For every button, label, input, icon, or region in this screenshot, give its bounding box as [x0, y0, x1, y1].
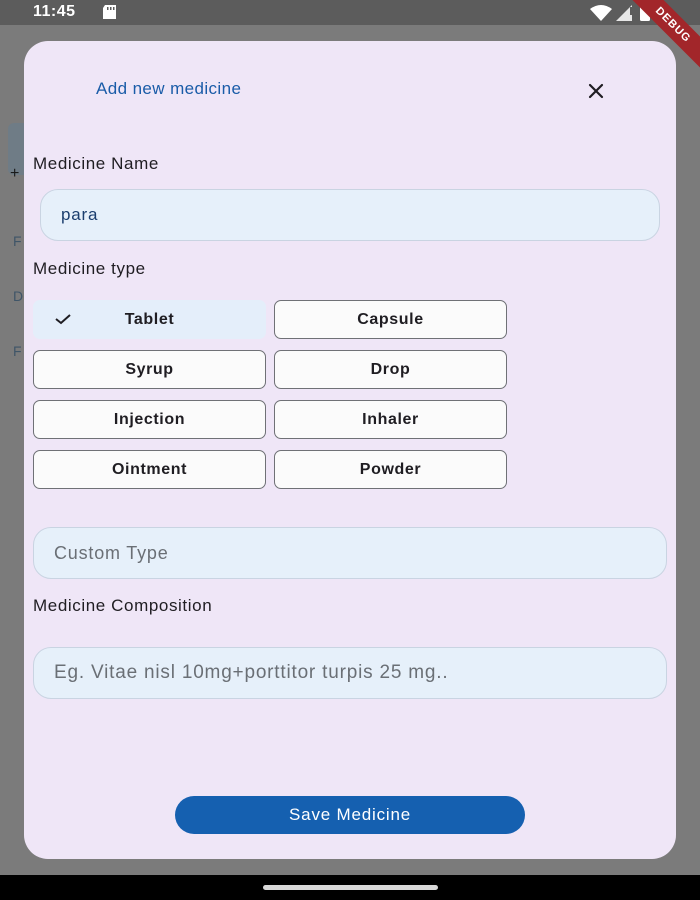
composition-label: Medicine Composition: [33, 596, 213, 615]
dialog-title: Add new medicine: [96, 79, 242, 98]
check-icon: [55, 314, 71, 325]
add-medicine-dialog: Add new medicine Medicine Name Medicine …: [24, 41, 676, 859]
chip-label: Drop: [370, 361, 411, 378]
chip-label: Ointment: [111, 461, 188, 478]
background-text: D: [13, 288, 24, 304]
save-medicine-button[interactable]: Save Medicine: [175, 796, 525, 834]
chip-label: Tablet: [124, 311, 175, 328]
type-chip-injection[interactable]: Injection: [33, 400, 266, 439]
close-icon[interactable]: [582, 77, 610, 105]
type-chip-drop[interactable]: Drop: [274, 350, 507, 389]
composition-input[interactable]: [33, 647, 667, 699]
chip-label: Syrup: [125, 361, 174, 378]
status-time: 11:45: [33, 3, 76, 20]
wifi-icon: [590, 5, 612, 21]
signal-icon: [616, 5, 632, 21]
medicine-type-label: Medicine type: [33, 259, 146, 278]
medicine-name-input[interactable]: [40, 189, 660, 241]
type-chip-inhaler[interactable]: Inhaler: [274, 400, 507, 439]
background-text: +: [10, 165, 20, 182]
medicine-name-label: Medicine Name: [33, 154, 159, 173]
type-chip-capsule[interactable]: Capsule: [274, 300, 507, 339]
status-bar: 11:45: [0, 0, 700, 25]
home-gesture-handle[interactable]: [263, 885, 438, 890]
background-text: F: [13, 233, 22, 249]
type-chip-ointment[interactable]: Ointment: [33, 450, 266, 489]
chip-label: Injection: [113, 411, 186, 428]
background-text: F: [13, 343, 22, 359]
type-chip-syrup[interactable]: Syrup: [33, 350, 266, 389]
type-chip-tablet[interactable]: Tablet: [33, 300, 266, 339]
chip-label: Inhaler: [362, 411, 419, 428]
chip-label: Capsule: [357, 311, 424, 328]
sd-card-icon: [103, 5, 116, 19]
navigation-bar: [0, 875, 700, 900]
type-chip-powder[interactable]: Powder: [274, 450, 507, 489]
chip-label: Powder: [359, 461, 422, 478]
custom-type-input[interactable]: [33, 527, 667, 579]
